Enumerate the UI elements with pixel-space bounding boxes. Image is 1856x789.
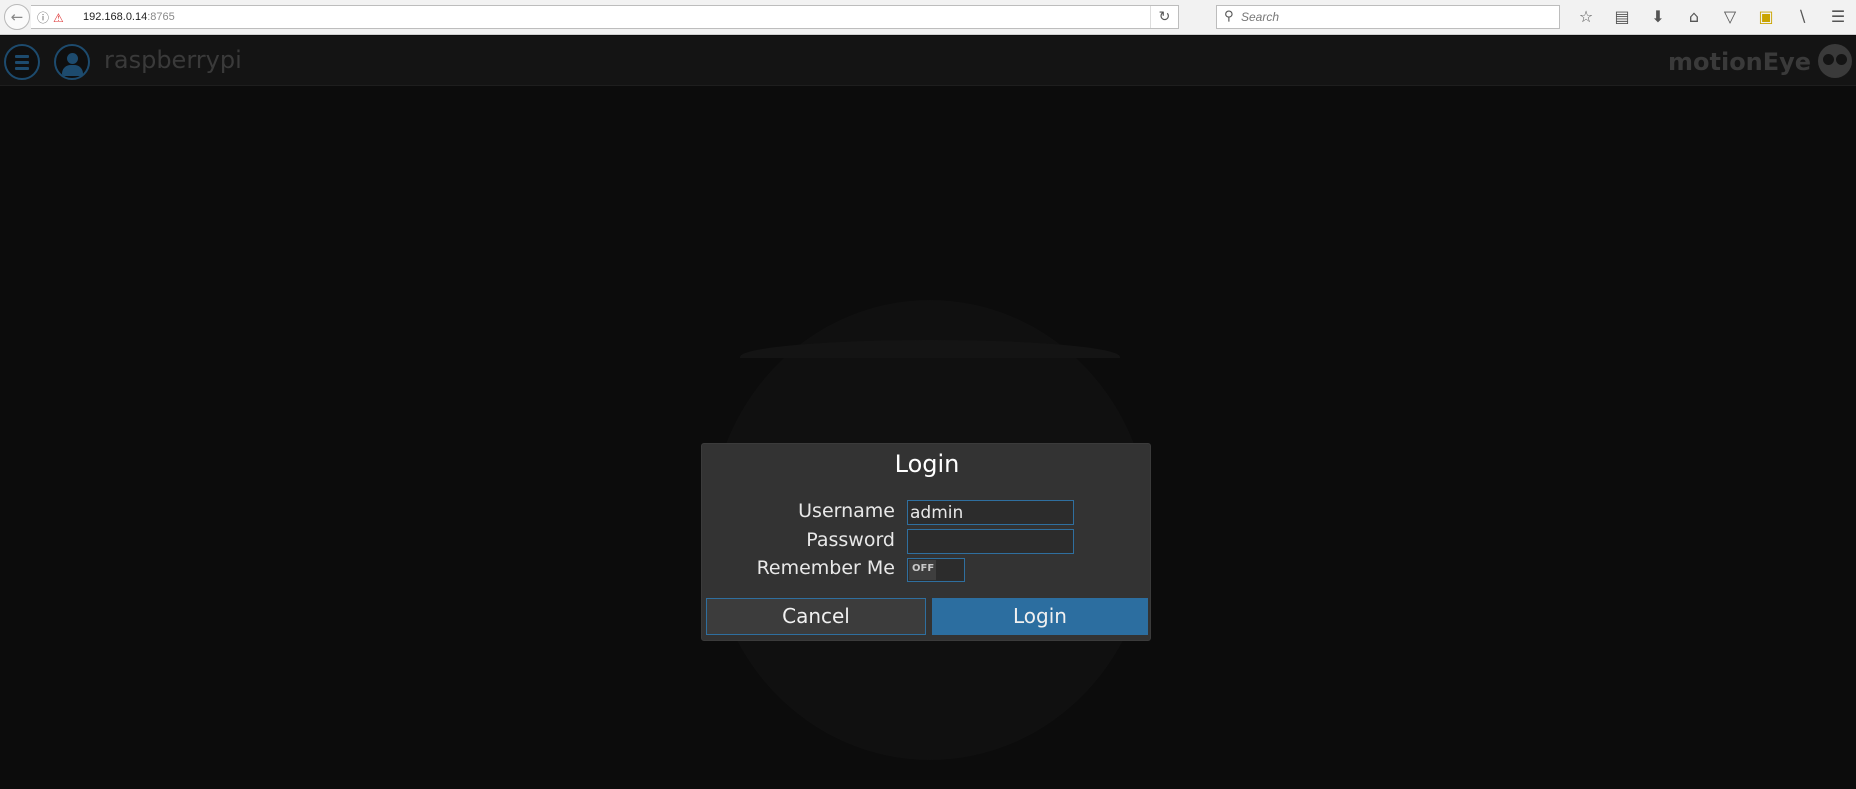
user-icon (67, 53, 78, 64)
login-dialog: Login Username Password Remember Me OFF … (701, 443, 1151, 641)
reload-icon: ↻ (1158, 9, 1171, 25)
login-button[interactable]: Login (932, 598, 1148, 635)
browser-search-input[interactable] (1241, 8, 1551, 26)
username-label: Username (798, 500, 895, 522)
search-icon: ⚲ (1224, 9, 1234, 24)
reading-list-icon[interactable]: ▤ (1604, 5, 1640, 29)
menu-icon (15, 55, 29, 58)
pocket-icon[interactable]: ▽ (1712, 5, 1748, 29)
extension-icon[interactable]: ▣ (1748, 5, 1784, 29)
browser-toolbar-icons: ☆ ▤ ⬇ ⌂ ▽ ▣ ∖ ☰ (1568, 5, 1856, 29)
main-menu-button[interactable] (4, 44, 40, 80)
owl-logo-icon (1818, 44, 1852, 78)
cancel-button[interactable]: Cancel (706, 598, 926, 635)
menu-icon-line (15, 61, 29, 64)
user-button[interactable] (54, 44, 90, 80)
browser-toolbar: ← ⓘ⚠ 192.168.0.14:8765 ↻ ⚲ ☆ ▤ ⬇ ⌂ ▽ ▣ ∖… (0, 0, 1856, 35)
username-input[interactable] (907, 500, 1074, 525)
insecure-lock-icon: ⚠ (53, 11, 68, 25)
home-icon[interactable]: ⌂ (1676, 5, 1712, 29)
owl-eye (1823, 54, 1834, 65)
address-bar[interactable]: ⓘ⚠ 192.168.0.14:8765 ↻ (31, 5, 1179, 29)
watermark-brow (740, 340, 1120, 374)
dialog-title: Login (894, 450, 960, 478)
download-icon[interactable]: ⬇ (1640, 5, 1676, 29)
hamburger-menu-icon[interactable]: ☰ (1820, 5, 1856, 29)
user-icon-body (62, 65, 83, 76)
owl-eye (1836, 54, 1847, 65)
eyedropper-icon[interactable]: ∖ (1784, 5, 1820, 29)
browser-search-box: ⚲ (1216, 5, 1560, 29)
menu-icon-line (15, 67, 29, 70)
toggle-state: OFF (912, 563, 935, 574)
back-arrow-icon: ← (10, 8, 24, 26)
url-port: :8765 (147, 11, 175, 23)
remember-me-toggle[interactable]: OFF (907, 558, 965, 582)
host-name: raspberrypi (104, 46, 242, 74)
password-input[interactable] (907, 529, 1074, 554)
site-info-icon[interactable]: ⓘ⚠ (37, 9, 68, 26)
url-host: 192.168.0.14 (83, 11, 148, 23)
remember-me-label: Remember Me (756, 557, 895, 579)
reload-button[interactable]: ↻ (1150, 6, 1178, 28)
bookmark-star-icon[interactable]: ☆ (1568, 5, 1604, 29)
app-header: raspberrypi motionEye (0, 36, 1856, 86)
url-text: 192.168.0.14:8765 (83, 11, 175, 23)
brand-name: motionEye (1668, 48, 1812, 76)
password-label: Password (806, 529, 895, 551)
back-button[interactable]: ← (4, 4, 30, 30)
